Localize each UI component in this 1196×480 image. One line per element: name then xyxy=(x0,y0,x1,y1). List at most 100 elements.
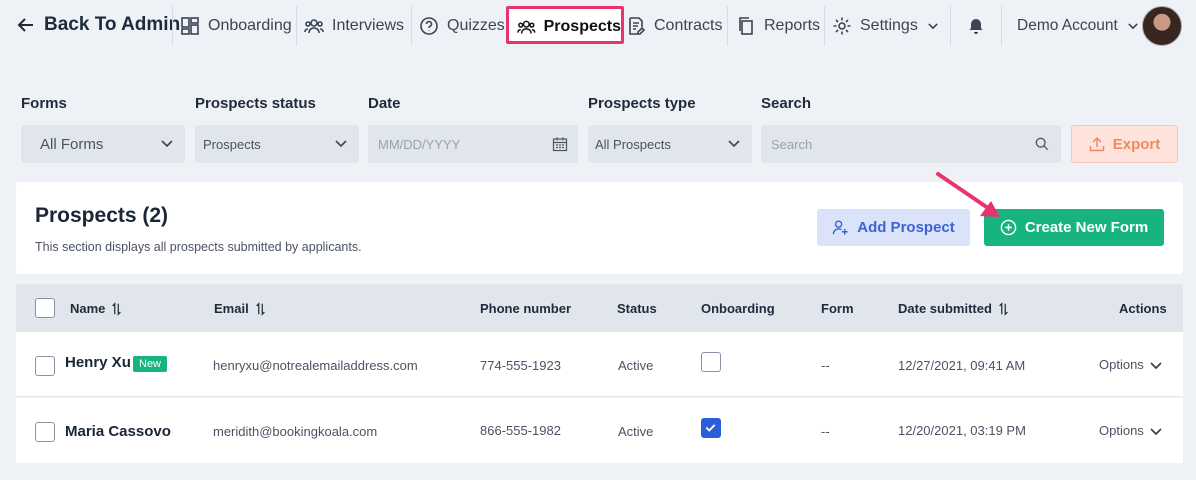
gear-icon xyxy=(833,17,851,35)
chevron-down-icon xyxy=(161,140,173,148)
prospect-phone: 774-555-1923 xyxy=(480,358,561,373)
arrow-left-icon xyxy=(17,18,33,32)
prospect-email: meridith@bookingkoala.com xyxy=(213,424,378,439)
back-label: Back To Admin xyxy=(44,14,181,35)
nav-item-interviews[interactable]: Interviews xyxy=(304,14,404,38)
grid-icon xyxy=(181,17,199,35)
type-select-value: All Prospects xyxy=(595,136,671,152)
prospect-form: -- xyxy=(821,424,830,439)
calendar-icon xyxy=(552,137,568,152)
nav-divider xyxy=(411,6,412,46)
top-navigation: Back To Admin Onboarding Interviews Quiz… xyxy=(0,0,1196,52)
date-input-placeholder: MM/DD/YYYY xyxy=(378,136,461,152)
onboarding-checkbox[interactable] xyxy=(701,352,721,372)
nav-divider xyxy=(1001,6,1002,46)
filter-label-date: Date xyxy=(368,95,401,112)
nav-item-quizzes[interactable]: Quizzes xyxy=(419,14,505,38)
notifications-button[interactable] xyxy=(966,14,986,38)
row-checkbox[interactable] xyxy=(35,356,55,376)
select-all-checkbox[interactable] xyxy=(35,298,55,318)
account-menu[interactable]: Demo Account xyxy=(1017,14,1140,38)
nav-divider xyxy=(296,6,297,46)
bell-icon xyxy=(969,19,983,34)
column-label: Actions xyxy=(1119,301,1167,316)
chevron-down-icon xyxy=(928,23,938,30)
page-title: Prospects (2) xyxy=(35,204,169,227)
nav-divider xyxy=(172,6,173,46)
people-icon xyxy=(304,19,324,34)
prospect-date: 12/20/2021, 03:19 PM xyxy=(898,423,1026,438)
type-select[interactable]: All Prospects xyxy=(588,125,752,163)
nav-item-prospects[interactable]: Prospects xyxy=(506,6,624,44)
page-subtitle: This section displays all prospects subm… xyxy=(35,240,362,254)
onboarding-checkbox[interactable] xyxy=(701,418,721,438)
column-label: Phone number xyxy=(480,301,572,316)
nav-label: Contracts xyxy=(654,17,723,34)
back-to-admin-link[interactable]: Back To Admin xyxy=(16,14,180,36)
nav-label: Onboarding xyxy=(208,17,292,34)
search-input[interactable]: Search xyxy=(761,125,1061,163)
sort-icon xyxy=(112,301,122,316)
filter-label-search: Search xyxy=(761,95,812,112)
options-label: Options xyxy=(1099,423,1144,438)
column-status: Status xyxy=(617,301,657,316)
chevron-down-icon xyxy=(1150,427,1162,435)
table-row: Maria Cassovo meridith@bookingkoala.com … xyxy=(16,398,1183,463)
prospect-status: Active xyxy=(618,424,654,439)
options-dropdown[interactable]: Options xyxy=(1099,423,1162,438)
nav-item-contracts[interactable]: Contracts xyxy=(626,14,722,38)
column-onboarding: Onboarding xyxy=(701,301,775,316)
annotation-arrow-icon xyxy=(936,172,1000,217)
nav-label: Reports xyxy=(764,17,821,34)
column-email[interactable]: Email xyxy=(214,301,266,316)
create-new-form-label: Create New Form xyxy=(1024,219,1149,236)
nav-item-settings[interactable]: Settings xyxy=(832,14,940,38)
options-label: Options xyxy=(1099,357,1144,372)
prospect-status: Active xyxy=(618,358,654,373)
nav-item-reports[interactable]: Reports xyxy=(736,14,820,38)
prospects-nav-content: Prospects xyxy=(517,15,621,39)
status-select[interactable]: Prospects xyxy=(195,125,359,163)
status-select-value: Prospects xyxy=(203,136,261,152)
column-label: Email xyxy=(214,301,249,316)
document-pen-icon xyxy=(629,17,646,35)
column-phone: Phone number xyxy=(480,301,571,316)
prospect-name[interactable]: Henry Xu xyxy=(65,354,131,371)
options-dropdown[interactable]: Options xyxy=(1099,357,1162,372)
prospect-name[interactable]: Maria Cassovo xyxy=(65,423,171,440)
column-label: Date submitted xyxy=(898,301,992,316)
column-date-submitted[interactable]: Date submitted xyxy=(898,301,1009,316)
column-label: Onboarding xyxy=(701,301,775,316)
column-label: Form xyxy=(821,301,854,316)
nav-label: Settings xyxy=(860,17,918,34)
filter-label-type: Prospects type xyxy=(588,95,696,112)
column-form: Form xyxy=(821,301,854,316)
nav-item-onboarding[interactable]: Onboarding xyxy=(180,14,292,38)
chevron-down-icon xyxy=(1128,23,1138,30)
new-badge: New xyxy=(133,356,168,372)
account-label: Demo Account xyxy=(1017,17,1118,34)
nav-label: Interviews xyxy=(332,17,405,34)
table-header: Name Email Phone number Status Onboardin… xyxy=(16,284,1183,332)
prospect-form: -- xyxy=(821,358,830,373)
nav-label: Quizzes xyxy=(447,17,505,34)
export-button[interactable]: Export xyxy=(1071,125,1178,163)
nav-divider xyxy=(824,6,825,46)
forms-select[interactable]: All Forms xyxy=(21,125,185,163)
sort-icon xyxy=(255,301,265,316)
date-input[interactable]: MM/DD/YYYY xyxy=(368,125,578,163)
chevron-down-icon xyxy=(1150,361,1162,369)
nav-divider xyxy=(727,6,728,46)
nav-label: Prospects xyxy=(543,18,621,35)
table-row: Henry Xu New henryxu@notrealemailaddress… xyxy=(16,332,1183,397)
chevron-down-icon xyxy=(728,140,740,148)
sort-icon xyxy=(999,301,1008,316)
prospect-phone: 866-555-1982 xyxy=(480,423,561,438)
column-name[interactable]: Name xyxy=(70,301,122,316)
column-actions: Actions xyxy=(1119,301,1167,316)
avatar[interactable] xyxy=(1142,6,1182,46)
search-input-placeholder: Search xyxy=(771,136,813,152)
upload-icon xyxy=(1089,136,1104,152)
row-checkbox[interactable] xyxy=(35,422,55,442)
forms-select-value: All Forms xyxy=(40,135,104,153)
